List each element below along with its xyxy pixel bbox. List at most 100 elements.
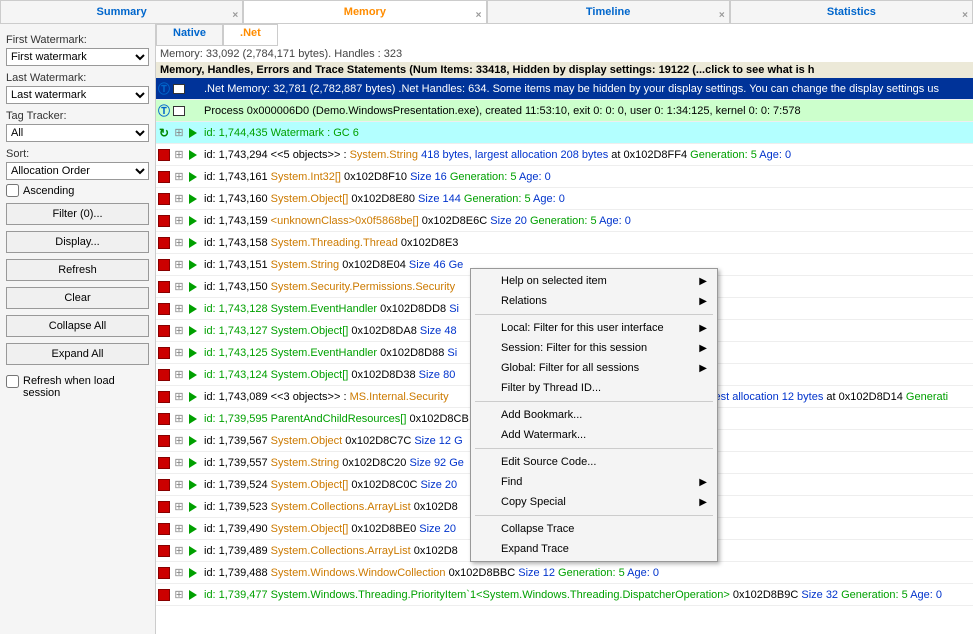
list-row[interactable]: ⊞id: 1,743,158 System.Threading.Thread 0…: [156, 232, 973, 254]
expand-icon[interactable]: ⊞: [172, 496, 186, 518]
row-gutter-icon: [156, 342, 172, 364]
row-text: id: 1,743,150 System.Security.Permission…: [200, 281, 455, 293]
expand-all-button[interactable]: Expand All: [6, 343, 149, 365]
expand-icon[interactable]: ⊞: [172, 584, 186, 606]
list-row[interactable]: ⓉProcess 0x000006D0 (Demo.WindowsPresent…: [156, 100, 973, 122]
expand-icon[interactable]: ⊞: [172, 298, 186, 320]
menu-collapse-trace[interactable]: Collapse Trace: [473, 519, 715, 539]
row-gutter-icon: [156, 496, 172, 518]
menu-session-filter[interactable]: Session: Filter for this session▶: [473, 338, 715, 358]
expand-icon[interactable]: ⊞: [172, 188, 186, 210]
arrow-icon: [186, 474, 200, 496]
row-gutter-icon: [156, 188, 172, 210]
tab-statistics[interactable]: Statistics×: [730, 0, 973, 23]
tab-close-icon[interactable]: ×: [232, 5, 238, 27]
expand-icon[interactable]: ⊞: [172, 144, 186, 166]
row-text: id: 1,739,489 System.Collections.ArrayLi…: [200, 545, 458, 557]
menu-help-selected[interactable]: Help on selected item▶: [473, 271, 715, 291]
row-text: id: 1,739,524 System.Object[] 0x102D8C0C…: [200, 479, 457, 491]
menu-edit-source[interactable]: Edit Source Code...: [473, 452, 715, 472]
tab-close-icon[interactable]: ×: [962, 5, 968, 27]
expand-icon[interactable]: ⊞: [172, 166, 186, 188]
expand-icon[interactable]: ⊞: [172, 254, 186, 276]
expand-icon[interactable]: ⊞: [172, 562, 186, 584]
refresh-when-checkbox[interactable]: [6, 375, 19, 388]
expand-icon[interactable]: ⊞: [172, 232, 186, 254]
tag-tracker-select[interactable]: All: [6, 124, 149, 142]
row-gutter-icon: Ⓣ: [156, 100, 172, 122]
expand-icon[interactable]: ⊞: [172, 276, 186, 298]
arrow-icon: [186, 100, 200, 122]
collapse-all-button[interactable]: Collapse All: [6, 315, 149, 337]
subtab-net[interactable]: .Net: [223, 24, 278, 46]
expand-icon[interactable]: [172, 78, 186, 100]
row-text: .Net Memory: 32,781 (2,782,887 bytes) .N…: [200, 83, 939, 95]
filter-button[interactable]: Filter (0)...: [6, 203, 149, 225]
row-text: id: 1,743,161 System.Int32[] 0x102D8F10 …: [200, 171, 551, 183]
expand-icon[interactable]: ⊞: [172, 518, 186, 540]
expand-icon[interactable]: ⊞: [172, 342, 186, 364]
subtab-native[interactable]: Native: [156, 24, 223, 46]
menu-local-filter[interactable]: Local: Filter for this user interface▶: [473, 318, 715, 338]
expand-icon[interactable]: ⊞: [172, 540, 186, 562]
row-gutter-icon: [156, 320, 172, 342]
expand-icon[interactable]: ⊞: [172, 364, 186, 386]
list-row[interactable]: Ⓣ.Net Memory: 32,781 (2,782,887 bytes) .…: [156, 78, 973, 100]
list-row[interactable]: ⊞id: 1,739,477 System.Windows.Threading.…: [156, 584, 973, 606]
tab-close-icon[interactable]: ×: [476, 5, 482, 27]
first-watermark-label: First Watermark:: [6, 34, 149, 46]
menu-add-watermark[interactable]: Add Watermark...: [473, 425, 715, 445]
list-row[interactable]: ↻⊞id: 1,744,435 Watermark : GC 6: [156, 122, 973, 144]
menu-relations[interactable]: Relations▶: [473, 291, 715, 311]
menu-expand-trace[interactable]: Expand Trace: [473, 539, 715, 559]
list-row[interactable]: ⊞id: 1,739,488 System.Windows.WindowColl…: [156, 562, 973, 584]
expand-icon[interactable]: ⊞: [172, 452, 186, 474]
list-row[interactable]: ⊞id: 1,743,159 <unknownClass>0x0f5868be[…: [156, 210, 973, 232]
tab-summary[interactable]: Summary×: [0, 0, 243, 23]
row-gutter-icon: [156, 232, 172, 254]
arrow-icon: [186, 144, 200, 166]
menu-find[interactable]: Find▶: [473, 472, 715, 492]
menu-add-bookmark[interactable]: Add Bookmark...: [473, 405, 715, 425]
expand-icon[interactable]: [172, 100, 186, 122]
expand-icon[interactable]: ⊞: [172, 408, 186, 430]
submenu-arrow-icon: ▶: [699, 343, 707, 354]
list-row[interactable]: ⊞ id: 1,743,161 System.Int32[] 0x102D8F10…: [156, 166, 973, 188]
expand-icon[interactable]: ⊞: [172, 122, 186, 144]
ascending-label: Ascending: [23, 185, 74, 197]
first-watermark-select[interactable]: First watermark: [6, 48, 149, 66]
menu-filter-thread[interactable]: Filter by Thread ID...: [473, 378, 715, 398]
arrow-icon: [186, 518, 200, 540]
arrow-icon: [186, 342, 200, 364]
row-text: id: 1,743,128 System.EventHandler 0x102D…: [200, 303, 459, 315]
expand-icon[interactable]: ⊞: [172, 320, 186, 342]
list-row[interactable]: ⊞id: 1,743,294 <<5 objects>> : System.St…: [156, 144, 973, 166]
ascending-checkbox[interactable]: [6, 184, 19, 197]
expand-icon[interactable]: ⊞: [172, 210, 186, 232]
row-text: id: 1,739,557 System.String 0x102D8C20 S…: [200, 457, 464, 469]
submenu-arrow-icon: ▶: [699, 323, 707, 334]
menu-global-filter[interactable]: Global: Filter for all sessions▶: [473, 358, 715, 378]
expand-icon[interactable]: ⊞: [172, 474, 186, 496]
clear-button[interactable]: Clear: [6, 287, 149, 309]
list-header[interactable]: Memory, Handles, Errors and Trace Statem…: [156, 62, 973, 78]
expand-icon[interactable]: ⊞: [172, 386, 186, 408]
submenu-arrow-icon: ▶: [699, 296, 707, 307]
menu-copy-special[interactable]: Copy Special▶: [473, 492, 715, 512]
refresh-button[interactable]: Refresh: [6, 259, 149, 281]
tab-timeline[interactable]: Timeline×: [487, 0, 730, 23]
expand-icon[interactable]: ⊞: [172, 430, 186, 452]
menu-separator: [475, 401, 713, 402]
sort-select[interactable]: Allocation Order: [6, 162, 149, 180]
row-gutter-icon: [156, 144, 172, 166]
tab-memory[interactable]: Memory×: [243, 0, 486, 23]
list-row[interactable]: ⊞id: 1,743,160 System.Object[] 0x102D8E8…: [156, 188, 973, 210]
last-watermark-select[interactable]: Last watermark: [6, 86, 149, 104]
arrow-icon: [186, 276, 200, 298]
row-text: id: 1,743,127 System.Object[] 0x102D8DA8…: [200, 325, 457, 337]
display-button[interactable]: Display...: [6, 231, 149, 253]
row-gutter-icon: [156, 386, 172, 408]
tab-close-icon[interactable]: ×: [719, 5, 725, 27]
arrow-icon: [186, 496, 200, 518]
arrow-icon: [186, 298, 200, 320]
